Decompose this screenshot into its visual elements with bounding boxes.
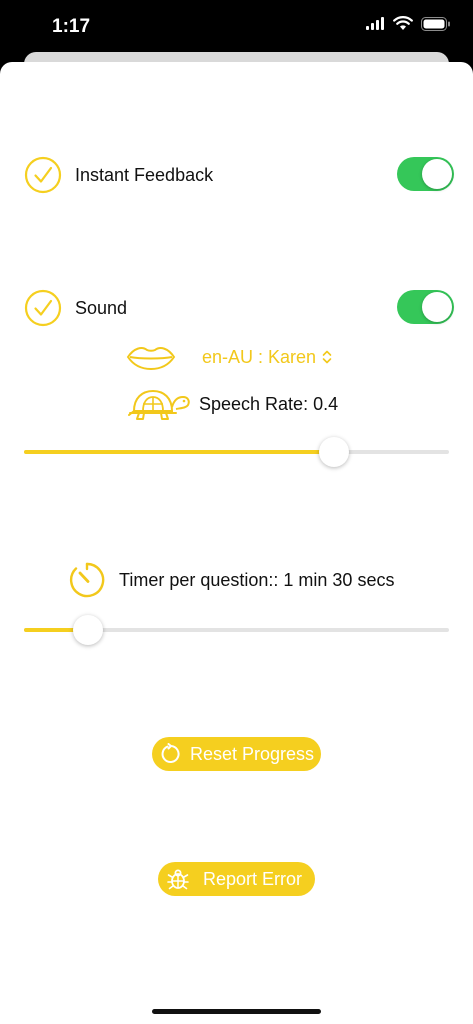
voice-row: en-AU : Karen [126,342,332,372]
status-icons [366,16,451,31]
instant-feedback-label: Instant Feedback [75,164,214,185]
sound-toggle[interactable] [397,290,454,324]
reset-progress-label: Reset Progress [190,743,315,764]
chevron-updown-icon [322,350,332,364]
sound-row: Sound [24,288,454,328]
timer-row: Timer per question:: 1 min 30 secs [68,560,394,600]
speech-rate-label: Speech Rate: 0.4 [199,393,339,414]
report-error-button[interactable]: Report Error [158,862,315,896]
bug-icon [167,869,189,890]
home-indicator [152,1009,321,1014]
toggle-knob [422,159,452,189]
voice-selected: en-AU : Karen [202,346,317,367]
slider-thumb[interactable] [319,437,350,467]
status-bar: 1:17 [0,0,473,55]
turtle-icon [128,389,190,420]
timer-label: Timer per question:: 1 min 30 secs [119,569,395,590]
speech-rate-row: Speech Rate: 0.4 [128,384,338,424]
reset-icon [161,743,180,763]
instant-feedback-toggle[interactable] [397,157,454,191]
signal-icon [366,17,384,30]
report-error-label: Report Error [203,868,303,889]
slider-fill [24,450,335,454]
status-time: 1:17 [52,16,91,37]
sound-label: Sound [75,297,128,318]
timer-slider[interactable] [24,615,449,645]
battery-icon [421,16,450,31]
instant-feedback-row: Instant Feedback [24,155,454,195]
voice-picker[interactable]: en-AU : Karen [202,347,332,368]
check-circle-icon [24,289,62,327]
reset-progress-button[interactable]: Reset Progress [152,737,321,771]
speech-rate-slider[interactable] [24,437,449,467]
toggle-knob [422,292,452,322]
lips-icon [126,347,176,370]
slider-thumb[interactable] [72,615,103,645]
wifi-icon [393,16,413,30]
check-circle-icon [24,156,62,194]
timer-icon [69,562,105,598]
